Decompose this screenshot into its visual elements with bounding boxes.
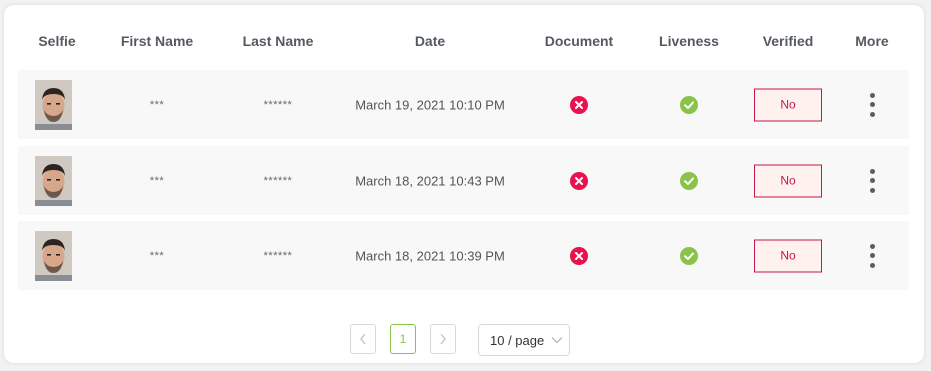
first-name-cell: *** <box>149 249 165 262</box>
liveness-status <box>680 246 698 265</box>
kebab-menu-icon[interactable] <box>865 92 879 117</box>
date-cell: March 18, 2021 10:43 PM <box>355 173 505 188</box>
page-size-value: 10 / page <box>490 332 545 348</box>
check-circle-icon <box>680 95 698 114</box>
col-header-first-name: First Name <box>120 33 194 49</box>
more-actions-button[interactable] <box>865 168 879 193</box>
next-page-button[interactable] <box>430 324 456 354</box>
prev-page-button[interactable] <box>350 324 376 354</box>
col-header-verified: Verified <box>762 33 814 49</box>
col-header-date: Date <box>414 33 446 49</box>
last-name-cell: ****** <box>263 174 293 187</box>
chevron-down-icon <box>551 337 563 344</box>
check-circle-icon <box>680 246 698 265</box>
verified-badge: No <box>754 164 822 197</box>
date-cell: March 19, 2021 10:10 PM <box>355 97 505 112</box>
document-status <box>570 171 588 190</box>
more-actions-button[interactable] <box>865 92 879 117</box>
table-header: Selfie First Name Last Name Date Documen… <box>18 33 909 55</box>
page-size-select[interactable]: 10 / page <box>478 324 570 356</box>
liveness-status <box>680 171 698 190</box>
table-row[interactable]: *** ****** March 18, 2021 10:43 PM No <box>18 146 909 215</box>
chevron-left-icon <box>360 333 366 345</box>
date-cell: March 18, 2021 10:39 PM <box>355 248 505 263</box>
last-name-cell: ****** <box>263 249 293 262</box>
x-circle-icon <box>570 95 588 114</box>
verified-status: No <box>754 239 822 272</box>
col-header-last-name: Last Name <box>242 33 314 49</box>
document-status <box>570 246 588 265</box>
check-circle-icon <box>680 171 698 190</box>
col-header-more: More <box>855 33 889 49</box>
pagination: 1 10 / page <box>350 324 590 356</box>
results-card: Selfie First Name Last Name Date Documen… <box>4 5 924 363</box>
kebab-menu-icon[interactable] <box>865 168 879 193</box>
verified-badge: No <box>754 88 822 121</box>
selfie-thumbnail[interactable] <box>35 156 72 206</box>
document-status <box>570 95 588 114</box>
x-circle-icon <box>570 246 588 265</box>
verified-status: No <box>754 88 822 121</box>
last-name-cell: ****** <box>263 98 293 111</box>
col-header-document: Document <box>544 33 614 49</box>
selfie-thumbnail[interactable] <box>35 80 72 130</box>
table-row[interactable]: *** ****** March 18, 2021 10:39 PM No <box>18 221 909 290</box>
first-name-cell: *** <box>149 174 165 187</box>
first-name-cell: *** <box>149 98 165 111</box>
selfie-thumbnail[interactable] <box>35 231 72 281</box>
kebab-menu-icon[interactable] <box>865 243 879 268</box>
x-circle-icon <box>570 171 588 190</box>
col-header-liveness: Liveness <box>659 33 719 49</box>
page-button-current[interactable]: 1 <box>390 324 416 354</box>
table-row[interactable]: *** ****** March 19, 2021 10:10 PM No <box>18 70 909 139</box>
liveness-status <box>680 95 698 114</box>
chevron-right-icon <box>440 333 446 345</box>
more-actions-button[interactable] <box>865 243 879 268</box>
verified-status: No <box>754 164 822 197</box>
verified-badge: No <box>754 239 822 272</box>
col-header-selfie: Selfie <box>38 33 76 49</box>
